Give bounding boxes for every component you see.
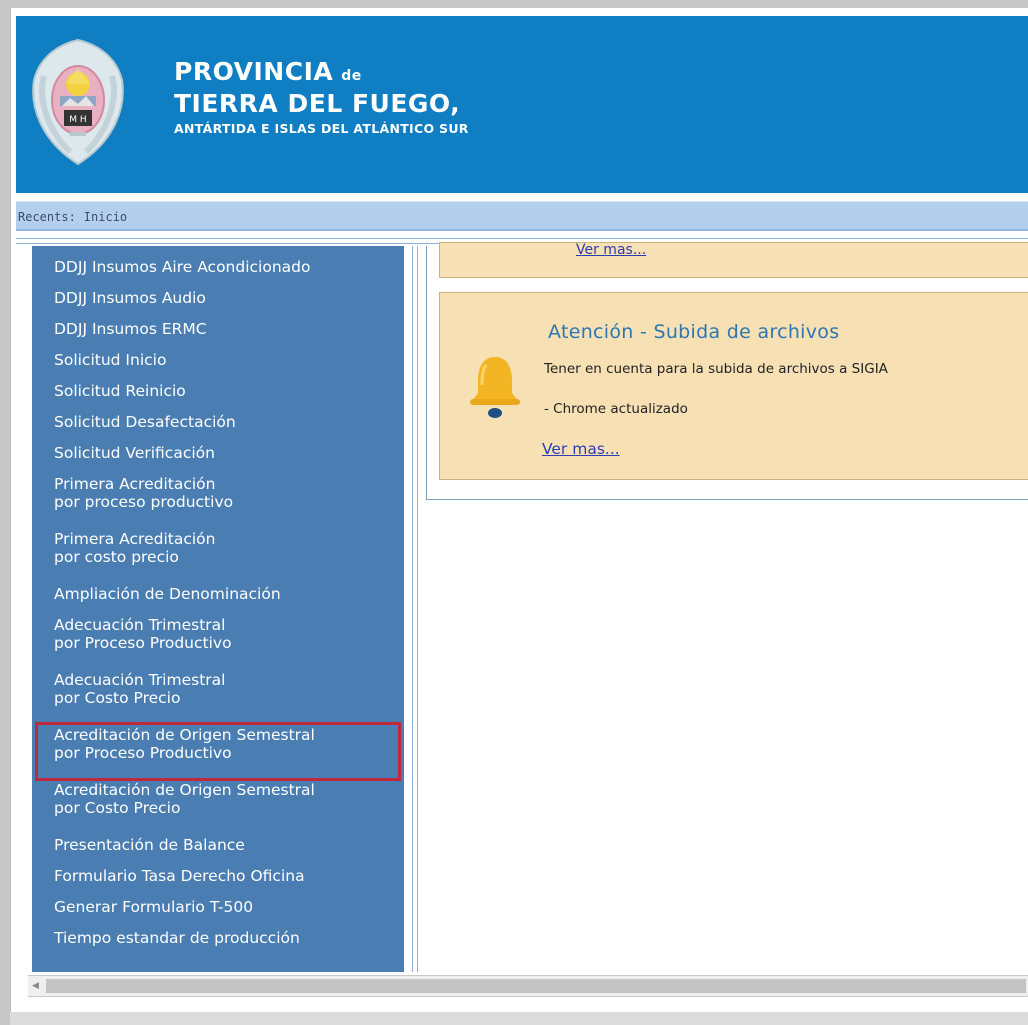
title-line3: ANTÁRTIDA E ISLAS DEL ATLÁNTICO SUR — [174, 121, 469, 136]
title-line1: PROVINCIA — [174, 57, 334, 86]
previous-notice: Ver mas... — [439, 242, 1028, 278]
sidebar-item-presentacion-de-balance[interactable]: Presentación de Balance — [32, 836, 404, 867]
sidebar-item-acreditacion-de-origen-semestral-por-proceso-productivo[interactable]: Acreditación de Origen Semestral por Pro… — [32, 722, 404, 781]
sidebar-item-ddjj-insumos-ermc[interactable]: DDJJ Insumos ERMC — [32, 320, 404, 351]
sidebar-item-ddjj-insumos-aire-acondicionado[interactable]: DDJJ Insumos Aire Acondicionado — [32, 258, 404, 289]
sidebar-item-ampliacion-de-denominacion[interactable]: Ampliación de Denominación — [32, 585, 404, 616]
notice-more-link[interactable]: Ver mas... — [542, 440, 620, 458]
bell-icon — [470, 357, 520, 418]
title-line1-small: de — [341, 68, 362, 84]
sidebar-item-tiempo-estandar-de-produccion[interactable]: Tiempo estandar de producción — [32, 929, 404, 960]
site-title: PROVINCIA de TIERRA DEL FUEGO, ANTÁRTIDA … — [174, 58, 469, 138]
notice-list-item: - Chrome actualizado — [544, 401, 688, 417]
notice-card: Atención - Subida de archivos Tener en c… — [439, 292, 1028, 480]
sidebar-item-primera-acreditacion-por-proceso-productivo[interactable]: Primera Acreditación por proceso product… — [32, 475, 404, 530]
sidebar-item-generar-formulario-t-500[interactable]: Generar Formulario T-500 — [32, 898, 404, 929]
title-line2: TIERRA DEL FUEGO, — [174, 89, 461, 118]
notices-panel: Ver mas... Atención - Subida de archivos… — [426, 242, 1028, 500]
scroll-left-arrow-icon[interactable]: ◀ — [32, 980, 39, 992]
sidebar-item-adecuacion-trimestral-por-proceso-productivo[interactable]: Adecuación Trimestral por Proceso Produc… — [32, 616, 404, 671]
scrollbar-thumb[interactable] — [46, 979, 1026, 993]
sidebar-item-solicitud-reinicio[interactable]: Solicitud Reinicio — [32, 382, 404, 413]
recents-item-inicio[interactable]: Inicio — [84, 210, 127, 224]
sidebar-item-solicitud-verificacion[interactable]: Solicitud Verificación — [32, 444, 404, 475]
sidebar-item-formulario-tasa-derecho-oficina[interactable]: Formulario Tasa Derecho Oficina — [32, 867, 404, 898]
divider — [417, 246, 418, 972]
sidebar-item-adecuacion-trimestral-por-costo-precio[interactable]: Adecuación Trimestral por Costo Precio — [32, 671, 404, 726]
sidebar-item-solicitud-desafectacion[interactable]: Solicitud Desafectación — [32, 413, 404, 444]
sidebar-item-solicitud-inicio[interactable]: Solicitud Inicio — [32, 351, 404, 382]
divider — [412, 246, 413, 972]
sidebar-item-primera-acreditacion-por-costo-precio[interactable]: Primera Acreditación por costo precio — [32, 530, 404, 585]
site-header: M H PROVINCIA de TIERRA DEL FUEGO, ANTÁRT… — [16, 16, 1028, 193]
previous-notice-link[interactable]: Ver mas... — [576, 243, 646, 257]
sidebar-item-acreditacion-de-origen-semestral-por-costo-precio[interactable]: Acreditación de Origen Semestral por Cos… — [32, 781, 404, 836]
window-bottom-edge — [10, 1012, 1028, 1025]
divider — [16, 238, 1028, 239]
horizontal-scrollbar[interactable]: ◀ — [28, 975, 1028, 997]
notice-title: Atención - Subida de archivos — [548, 321, 840, 343]
provincial-coat-of-arms-icon: M H — [32, 38, 124, 166]
recents-bar: Recents: Inicio — [16, 201, 1028, 231]
recents-label: Recents: — [18, 210, 76, 224]
sidebar-item-ddjj-insumos-audio[interactable]: DDJJ Insumos Audio — [32, 289, 404, 320]
svg-text:M H: M H — [69, 115, 86, 125]
sidebar-menu: DDJJ Insumos Aire Acondicionado DDJJ Insu… — [32, 246, 404, 972]
notice-text: Tener en cuenta para la subida de archiv… — [544, 361, 888, 377]
